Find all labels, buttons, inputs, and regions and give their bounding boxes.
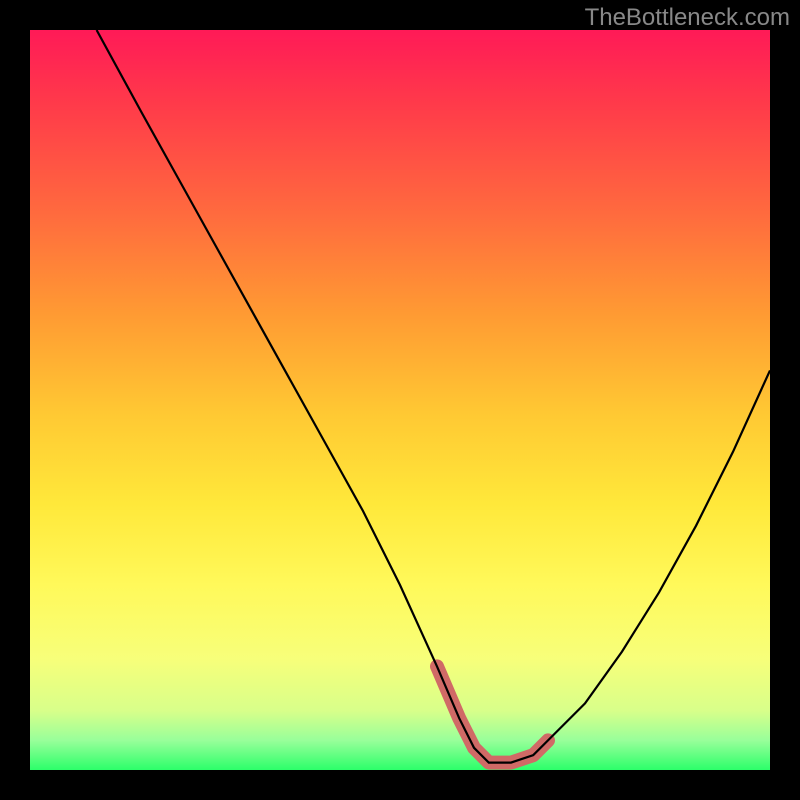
bottleneck-curve (97, 30, 770, 763)
chart-svg (30, 30, 770, 770)
watermark-text: TheBottleneck.com (585, 4, 790, 32)
sweet-spot-band (437, 666, 548, 762)
plot-area (30, 30, 770, 770)
